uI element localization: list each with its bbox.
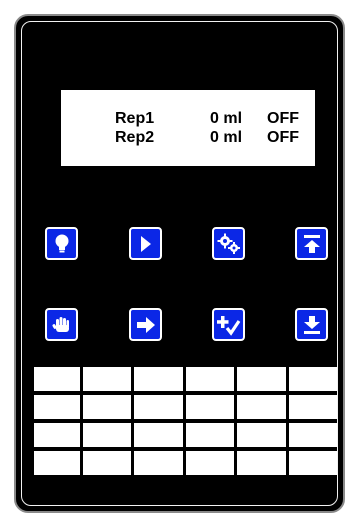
display-row-rep1: Rep1 0 ml OFF [61,110,315,128]
lcd-display: Rep1 0 ml OFF Rep2 0 ml OFF [61,90,315,166]
keypad-cell[interactable] [289,451,337,475]
top-button[interactable] [295,227,328,260]
keypad-cell[interactable] [34,451,80,475]
keypad-cell[interactable] [34,423,80,447]
keypad-cell[interactable] [237,451,286,475]
light-button[interactable] [45,227,78,260]
display-row-rep2: Rep2 0 ml OFF [61,129,315,147]
keypad-cell[interactable] [186,423,234,447]
keypad-cell[interactable] [83,423,131,447]
reservoir-volume: 0 ml [210,129,243,146]
keypad-cell[interactable] [237,395,286,419]
reservoir-name: Rep2 [115,129,155,146]
keypad-cell[interactable] [237,367,286,391]
keypad-grid [34,367,337,478]
keypad-cell[interactable] [289,423,337,447]
keypad-cell[interactable] [289,395,337,419]
settings-button[interactable] [212,227,245,260]
plus-check-icon [216,315,240,336]
keypad-cell[interactable] [186,367,234,391]
reservoir-state: OFF [267,110,299,127]
bottom-button[interactable] [295,308,328,341]
lightbulb-icon [55,234,68,252]
keypad-cell[interactable] [186,395,234,419]
keypad-cell[interactable] [134,367,183,391]
arrow-right-icon [136,316,155,333]
keypad-cell[interactable] [289,367,337,391]
play-icon [140,235,151,252]
stop-button[interactable] [45,308,78,341]
keypad-cell[interactable] [186,451,234,475]
keypad-cell[interactable] [237,423,286,447]
next-button[interactable] [129,308,162,341]
reservoir-state: OFF [267,129,299,146]
hand-stop-icon [52,316,69,332]
keypad-cell[interactable] [83,367,131,391]
reservoir-name: Rep1 [115,110,155,127]
keypad-cell[interactable] [134,451,183,475]
keypad-cell[interactable] [134,423,183,447]
keypad-cell[interactable] [34,367,80,391]
reservoir-volume: 0 ml [210,110,243,127]
gears-icon [217,233,240,254]
add-confirm-button[interactable] [212,308,245,341]
play-button[interactable] [129,227,162,260]
keypad-cell[interactable] [134,395,183,419]
arrow-up-to-top-icon [303,234,320,253]
arrow-down-to-bottom-icon [303,315,320,334]
keypad-cell[interactable] [34,395,80,419]
keypad-cell[interactable] [83,451,131,475]
keypad-cell[interactable] [83,395,131,419]
